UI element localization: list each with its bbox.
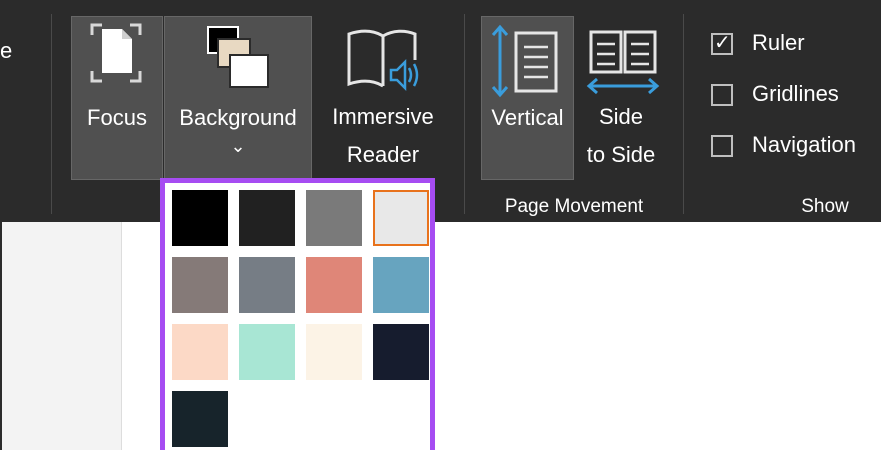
side-to-side-label-line1: Side	[598, 104, 644, 129]
vertical-page-movement-icon	[491, 24, 558, 98]
page-edge	[121, 222, 122, 450]
background-color-icon	[207, 26, 269, 88]
color-swatch[interactable]	[373, 324, 429, 380]
color-swatch[interactable]	[172, 257, 228, 313]
navigation-checkbox[interactable]	[711, 135, 733, 157]
vertical-label: Vertical	[491, 105, 564, 130]
side-to-side-page-icon	[586, 30, 660, 95]
checkmark-icon: ✓	[714, 32, 731, 54]
book-speaker-icon	[347, 29, 419, 92]
document-margin	[0, 222, 121, 450]
color-swatch[interactable]	[373, 190, 429, 246]
ribbon: e Focus Background ⌄ Immersive Reader Ve…	[0, 0, 881, 222]
background-label: Background	[179, 105, 297, 130]
page-movement-group-label: Page Movement	[504, 196, 644, 217]
color-swatch[interactable]	[239, 324, 295, 380]
color-swatch[interactable]	[373, 257, 429, 313]
page-focus-icon	[90, 23, 142, 83]
color-swatch[interactable]	[306, 324, 362, 380]
color-swatch[interactable]	[239, 257, 295, 313]
chevron-down-icon: ⌄	[230, 136, 246, 156]
ruler-label[interactable]: Ruler	[752, 30, 805, 56]
focus-label: Focus	[87, 105, 147, 130]
background-button[interactable]: Background ⌄	[164, 16, 312, 180]
immersive-reader-button[interactable]: Immersive Reader	[313, 16, 453, 180]
ribbon-separator	[51, 14, 52, 214]
focus-button[interactable]: Focus	[71, 16, 163, 180]
color-swatch[interactable]	[306, 190, 362, 246]
background-color-menu	[160, 178, 435, 450]
color-swatch[interactable]	[306, 257, 362, 313]
immersive-reader-label-line2: Reader	[346, 142, 420, 167]
color-swatch[interactable]	[172, 391, 228, 447]
ribbon-separator	[464, 14, 465, 214]
show-group-label: Show	[801, 196, 849, 217]
color-swatch[interactable]	[172, 190, 228, 246]
color-swatch[interactable]	[239, 190, 295, 246]
ribbon-separator	[683, 14, 684, 214]
color-swatch[interactable]	[172, 324, 228, 380]
partial-tab-label: e	[0, 38, 13, 63]
gridlines-label[interactable]: Gridlines	[752, 81, 839, 107]
vertical-button[interactable]: Vertical	[481, 16, 574, 180]
side-to-side-button[interactable]: Side to Side	[575, 16, 667, 180]
side-to-side-label-line2: to Side	[586, 142, 656, 167]
ruler-checkbox[interactable]: ✓	[711, 32, 733, 55]
navigation-label[interactable]: Navigation	[752, 132, 856, 158]
immersive-reader-label-line1: Immersive	[332, 104, 434, 129]
gridlines-checkbox[interactable]	[711, 84, 733, 106]
